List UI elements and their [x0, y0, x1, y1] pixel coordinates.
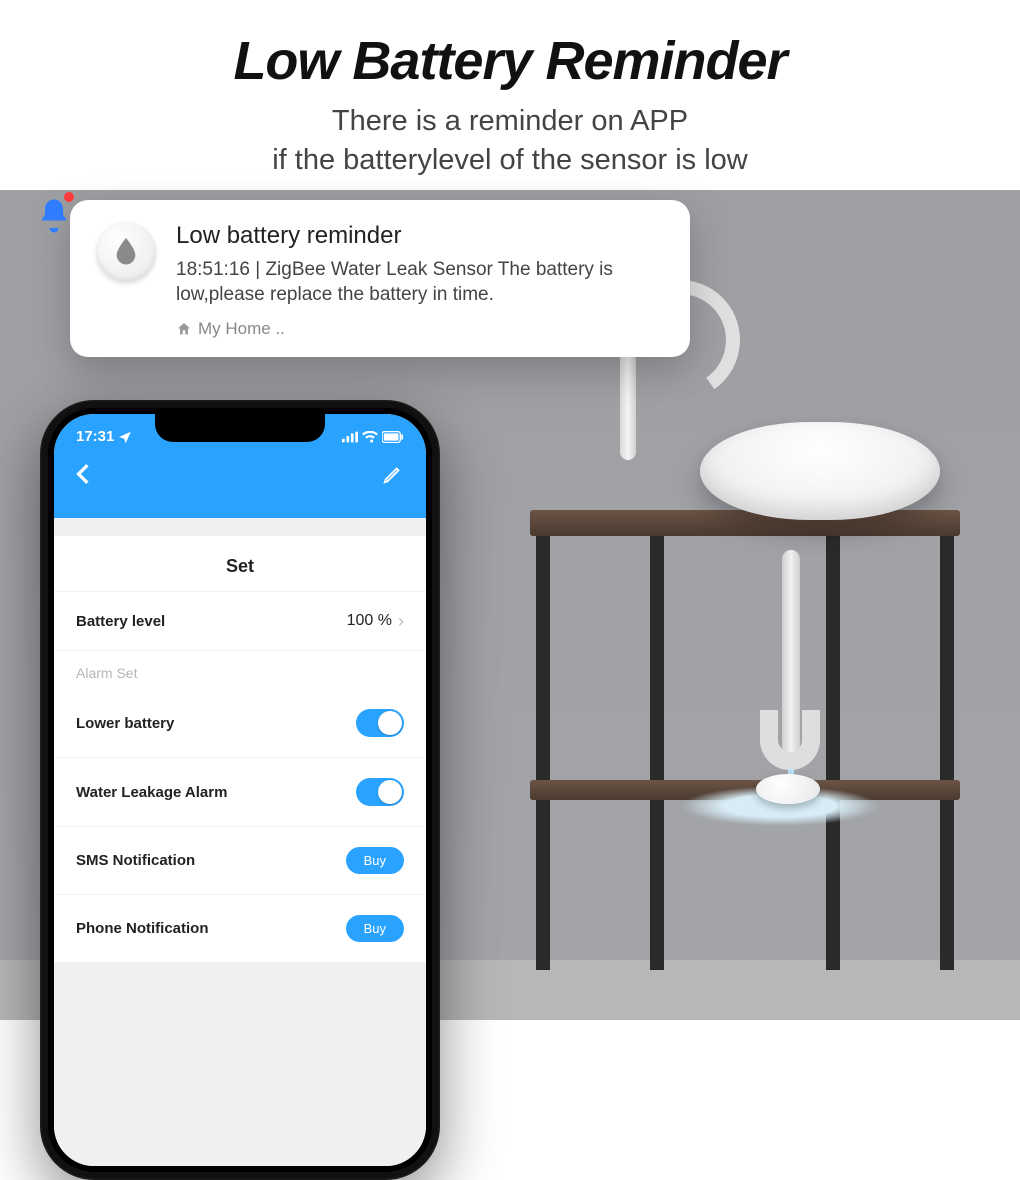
lower-battery-label: Lower battery [76, 715, 174, 732]
back-icon[interactable] [76, 463, 90, 485]
lower-battery-row[interactable]: Lower battery [54, 689, 426, 757]
sms-buy-button[interactable]: Buy [346, 847, 404, 874]
status-icons [342, 431, 404, 443]
notification-dot-icon [64, 192, 74, 202]
hero-subtitle-line1: There is a reminder on APP [332, 105, 688, 137]
phone-notification-row[interactable]: Phone Notification Buy [54, 894, 426, 962]
sink-table [530, 510, 960, 970]
alarm-set-section: Alarm Set [54, 650, 426, 689]
notification-callout: Low battery reminder 18:51:16 | ZigBee W… [70, 200, 690, 357]
lower-battery-toggle[interactable] [356, 709, 404, 737]
phone-notification-label: Phone Notification [76, 920, 209, 937]
chevron-right-icon: › [398, 612, 404, 630]
water-leakage-row[interactable]: Water Leakage Alarm [54, 757, 426, 826]
phone-buy-button[interactable]: Buy [346, 915, 404, 942]
wifi-icon [362, 431, 378, 443]
water-leakage-toggle[interactable] [356, 778, 404, 806]
water-leakage-label: Water Leakage Alarm [76, 784, 227, 801]
signal-icon [342, 431, 358, 443]
wash-basin [700, 422, 940, 520]
notification-home-label: My Home .. [198, 319, 285, 339]
notification-home: My Home .. [176, 319, 664, 339]
home-icon [176, 321, 192, 337]
hero-subtitle: There is a reminder on APP if the batter… [20, 102, 1000, 180]
hero: Low Battery Reminder There is a reminder… [0, 0, 1020, 190]
settings-screen: Set Battery level 100 % › Alarm Set Lowe… [54, 536, 426, 1172]
bell-icon [36, 196, 72, 241]
location-icon [118, 430, 132, 444]
hero-subtitle-line2: if the batterylevel of the sensor is low [272, 144, 748, 176]
notification-title: Low battery reminder [176, 222, 664, 250]
notification-body: 18:51:16 | ZigBee Water Leak Sensor The … [176, 258, 664, 307]
battery-level-label: Battery level [76, 613, 165, 630]
water-drop-icon [96, 222, 156, 282]
screen-title: Set [54, 536, 426, 591]
battery-icon [382, 431, 404, 443]
status-time: 17:31 [76, 428, 114, 445]
sms-notification-label: SMS Notification [76, 852, 195, 869]
phone-mockup: 17:31 Set Battery level [40, 400, 440, 1180]
sms-notification-row[interactable]: SMS Notification Buy [54, 826, 426, 894]
battery-level-row[interactable]: Battery level 100 % › [54, 591, 426, 650]
phone-notch [155, 414, 325, 442]
edit-icon[interactable] [382, 463, 404, 485]
water-leak-sensor [756, 774, 820, 804]
hero-title: Low Battery Reminder [20, 30, 1000, 92]
battery-level-value: 100 % [347, 612, 392, 630]
